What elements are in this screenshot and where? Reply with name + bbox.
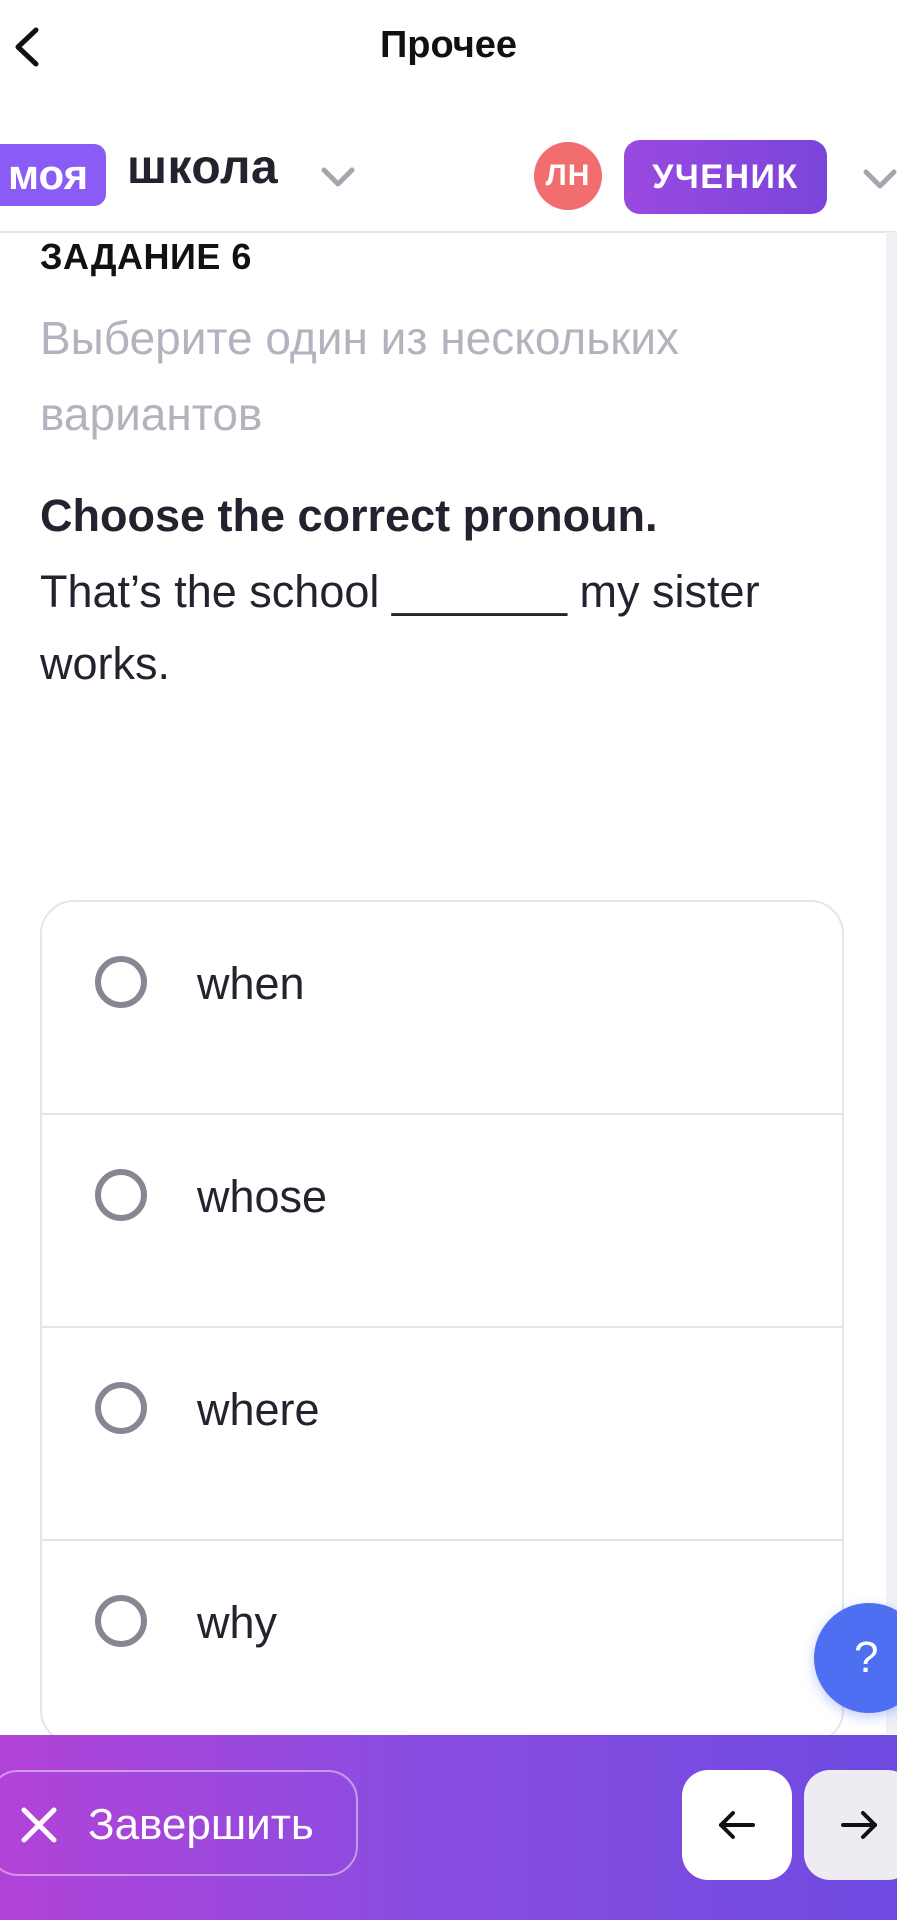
option-why[interactable]: why [42,1541,842,1742]
option-where[interactable]: where [42,1328,842,1541]
logo-text: школа [127,141,279,194]
scrollbar[interactable] [886,232,897,1734]
answer-options: when whose where why [40,900,844,1744]
previous-button[interactable] [682,1770,792,1880]
bottom-action-bar: Завершить [0,1735,897,1920]
app-header: моя школа ЛН УЧЕНИК [0,96,897,233]
top-navigation: Прочее [0,0,897,95]
page-title: Прочее [379,24,518,66]
radio-button[interactable] [95,1169,147,1221]
close-icon [21,1807,57,1843]
chevron-down-icon [863,169,897,189]
option-label: why [197,1597,278,1648]
option-when[interactable]: when [42,902,842,1115]
question-title: Choose the correct pronoun. [40,490,658,541]
finish-button[interactable]: Завершить [0,1770,358,1876]
arrow-left-icon [719,1811,755,1839]
option-label: when [197,958,305,1009]
question-text: That’s the school _______ my sister work… [40,566,760,689]
task-label: ЗАДАНИЕ 6 [40,236,252,277]
role-dropdown-toggle[interactable] [860,158,897,198]
option-whose[interactable]: whose [42,1115,842,1328]
role-badge[interactable]: УЧЕНИК [624,140,827,214]
option-label: whose [197,1171,328,1222]
avatar[interactable]: ЛН [534,142,602,210]
next-button[interactable] [804,1770,897,1880]
radio-button[interactable] [95,956,147,1008]
option-label: where [197,1384,320,1435]
school-dropdown-toggle[interactable] [318,156,358,196]
finish-label: Завершить [88,1800,314,1849]
chevron-down-icon [321,167,355,187]
radio-button[interactable] [95,1382,147,1434]
task-instruction: Выберите один из нескольких вариантов [40,312,680,440]
radio-button[interactable] [95,1595,147,1647]
arrow-right-icon [841,1811,877,1839]
logo-chip: моя [0,144,107,206]
